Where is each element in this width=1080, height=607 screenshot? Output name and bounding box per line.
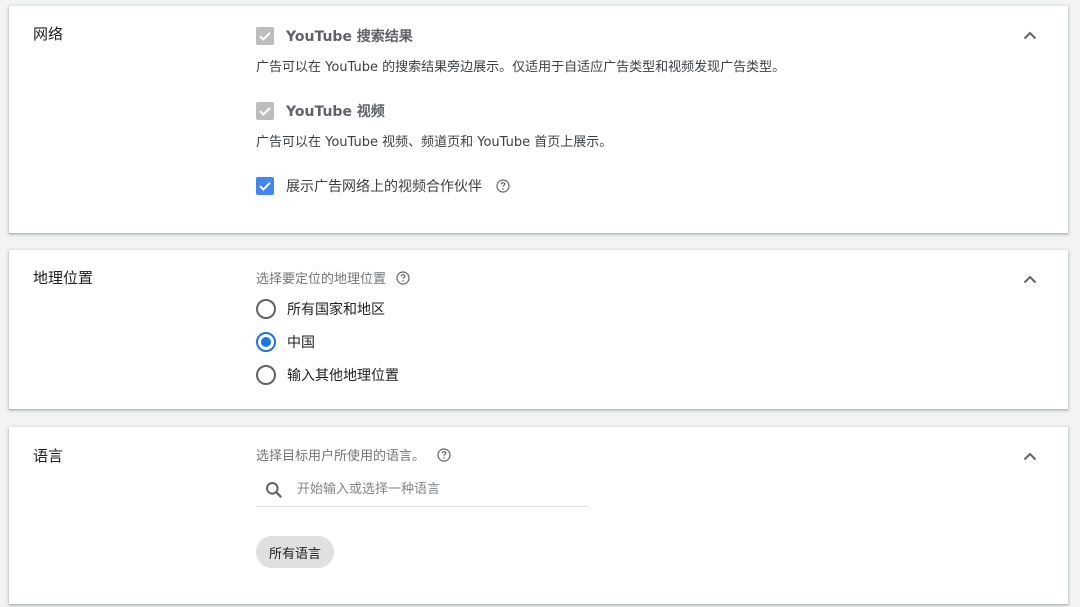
location-option-china[interactable]: 中国 bbox=[256, 332, 410, 352]
chevron-up-icon bbox=[1023, 31, 1037, 39]
language-search-box bbox=[256, 473, 587, 507]
chevron-up-icon bbox=[1023, 275, 1037, 283]
youtube-search-description: 广告可以在 YouTube 的搜索结果旁边展示。仅适用于自适应广告类型和视频发现… bbox=[256, 60, 786, 75]
all-languages-chip[interactable]: 所有语言 bbox=[256, 536, 335, 568]
youtube-video-description: 广告可以在 YouTube 视频、频道页和 YouTube 首页上展示。 bbox=[256, 135, 613, 150]
radio-all-countries[interactable] bbox=[256, 299, 276, 319]
help-circle-icon[interactable] bbox=[396, 270, 410, 285]
location-section-title: 地理位置 bbox=[33, 269, 94, 287]
display-partners-checkbox[interactable] bbox=[256, 177, 274, 195]
youtube-search-label: YouTube 搜索结果 bbox=[286, 29, 413, 45]
radio-label: 中国 bbox=[287, 335, 315, 351]
radio-selected-dot bbox=[261, 337, 271, 347]
youtube-video-label: YouTube 视频 bbox=[286, 104, 385, 120]
chevron-up-icon bbox=[1023, 452, 1037, 460]
location-options: 选择要定位的地理位置 所有国家和地区 中国 输入其他地理位置 bbox=[256, 268, 410, 385]
help-circle-icon[interactable] bbox=[496, 179, 510, 193]
location-option-all[interactable]: 所有国家和地区 bbox=[256, 299, 410, 319]
network-section: 网络 YouTube 搜索结果 广告可以在 YouTube 的搜索结果旁边展示。… bbox=[9, 6, 1068, 233]
display-partners-label: 展示广告网络上的视频合作伙伴 bbox=[286, 179, 482, 195]
language-section-title: 语言 bbox=[33, 447, 64, 465]
language-hint-text: 选择目标用户所使用的语言。 bbox=[256, 449, 426, 464]
location-hint: 选择要定位的地理位置 bbox=[256, 268, 410, 287]
location-section: 地理位置 选择要定位的地理位置 所有国家和地区 中国 输入其他地理位置 bbox=[9, 250, 1068, 409]
language-search-input[interactable] bbox=[295, 481, 569, 498]
youtube-video-checkbox[interactable] bbox=[256, 102, 274, 120]
radio-label: 所有国家和地区 bbox=[287, 302, 385, 318]
language-hint: 选择目标用户所使用的语言。 bbox=[256, 445, 587, 464]
location-collapse-button[interactable] bbox=[1018, 267, 1042, 291]
language-options: 选择目标用户所使用的语言。 所有语言 bbox=[256, 445, 587, 568]
youtube-search-checkbox[interactable] bbox=[256, 27, 274, 45]
location-hint-text: 选择要定位的地理位置 bbox=[256, 272, 387, 287]
network-options: YouTube 搜索结果 广告可以在 YouTube 的搜索结果旁边展示。仅适用… bbox=[256, 26, 785, 196]
search-icon bbox=[265, 481, 283, 499]
language-collapse-button[interactable] bbox=[1018, 444, 1042, 468]
network-section-title: 网络 bbox=[33, 25, 64, 43]
check-icon bbox=[259, 182, 271, 191]
radio-other-location[interactable] bbox=[256, 365, 276, 385]
help-circle-icon[interactable] bbox=[437, 447, 451, 462]
radio-label: 输入其他地理位置 bbox=[287, 368, 399, 384]
check-icon bbox=[259, 107, 271, 116]
language-chip-row: 所有语言 bbox=[256, 536, 587, 568]
location-option-other[interactable]: 输入其他地理位置 bbox=[256, 365, 410, 385]
language-section: 语言 选择目标用户所使用的语言。 所有语言 bbox=[9, 427, 1068, 604]
youtube-video-option: YouTube 视频 bbox=[256, 101, 785, 121]
network-collapse-button[interactable] bbox=[1018, 23, 1042, 47]
display-partners-option: 展示广告网络上的视频合作伙伴 bbox=[256, 176, 785, 196]
radio-china[interactable] bbox=[256, 332, 276, 352]
youtube-search-option: YouTube 搜索结果 bbox=[256, 26, 785, 46]
check-icon bbox=[259, 32, 271, 41]
